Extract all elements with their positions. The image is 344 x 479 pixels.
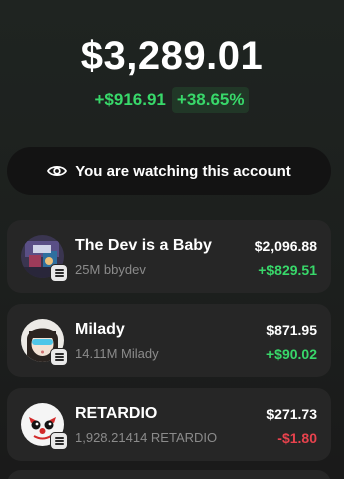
token-name: The Dev is a Baby (75, 237, 212, 254)
watch-banner-text: You are watching this account (75, 162, 291, 180)
token-row[interactable]: The Dev is a Baby 25M bbydev $2,096.88 +… (7, 220, 331, 293)
token-change: -$1.80 (277, 430, 317, 446)
solana-chain-icon (50, 264, 68, 282)
token-holding: 25M bbydev (75, 262, 146, 277)
pnl-percent-badge: +38.65% (171, 87, 250, 113)
solana-chain-icon (50, 348, 68, 366)
token-value: $271.73 (266, 406, 317, 422)
portfolio-balance: $3,289.01 (80, 34, 264, 78)
solana-chain-icon (50, 432, 68, 450)
token-holding: 1,928.21414 RETARDIO (75, 430, 218, 445)
token-value: $871.95 (266, 322, 317, 338)
token-name: RETARDIO (75, 405, 158, 422)
token-holding: 14.11M Milady (75, 346, 159, 361)
watch-account-banner[interactable]: You are watching this account (7, 147, 331, 195)
token-row[interactable]: Milady 14.11M Milady $871.95 +$90.02 (7, 304, 331, 377)
token-row[interactable]: RETARDIO 1,928.21414 RETARDIO $271.73 -$… (7, 388, 331, 461)
token-name: Milady (75, 321, 125, 338)
token-change: +$90.02 (266, 346, 317, 362)
wallet-screen: $3,289.01 +$916.91 +38.65% You are watch… (0, 0, 344, 479)
pnl-amount: +$916.91 (94, 90, 166, 109)
eye-icon (47, 164, 68, 178)
token-row-partial[interactable] (7, 470, 331, 479)
token-value: $2,096.88 (254, 238, 317, 254)
token-change: +$829.51 (258, 262, 317, 278)
portfolio-pnl: +$916.91 +38.65% (0, 87, 344, 113)
